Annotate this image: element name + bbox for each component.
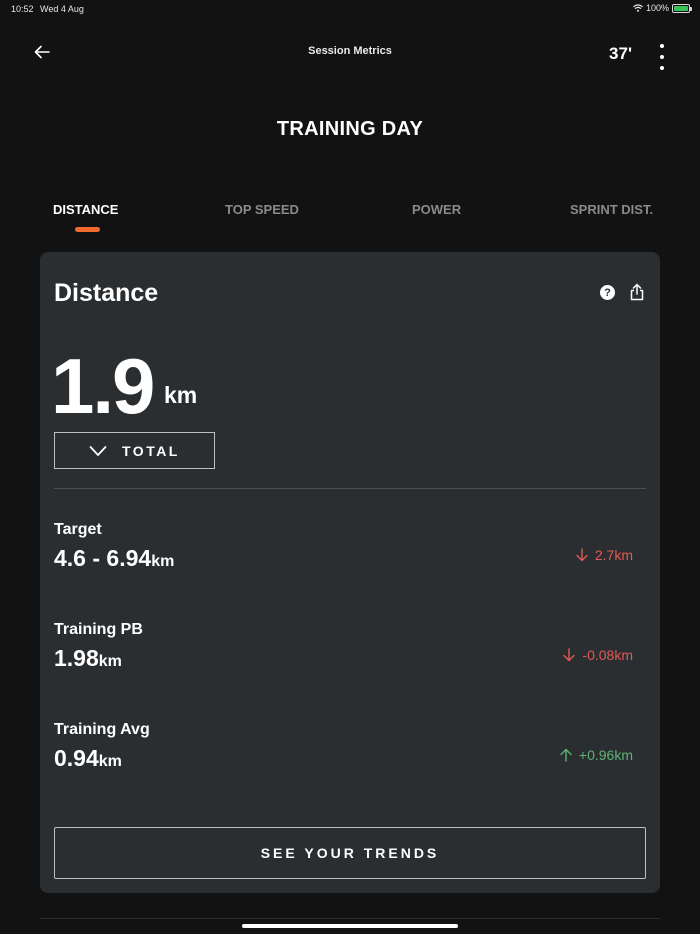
arrow-down-icon [563, 648, 576, 662]
metric-label: Target [54, 521, 102, 538]
metric-value: 4.6 - 6.94km [54, 545, 175, 571]
see-trends-button[interactable]: SEE YOUR TRENDS [54, 827, 646, 879]
distance-unit: km [164, 382, 198, 408]
metric-label: Training Avg [54, 721, 150, 738]
status-right: 100% [633, 3, 692, 13]
page-title: TRAINING DAY [276, 118, 424, 140]
metric-training-pb: Training PB 1.98km -0.08km [54, 621, 646, 677]
arrow-up-icon [560, 748, 572, 762]
aggregation-label: TOTAL [122, 442, 180, 459]
share-icon[interactable] [629, 283, 645, 301]
battery-icon [672, 3, 692, 13]
nav-title: Session Metrics [308, 45, 392, 57]
aggregation-dropdown[interactable]: TOTAL [54, 432, 215, 469]
session-metrics-screen: 10:52 Wed 4 Aug 100% Session Metrics 37'… [0, 0, 700, 934]
chevron-down-icon [89, 445, 107, 456]
metric-value: 0.94km [54, 745, 122, 771]
session-duration: 37' [609, 44, 632, 63]
metric-diff: +0.96km [559, 747, 633, 763]
next-card-edge [40, 918, 660, 919]
metric-target: Target 4.6 - 6.94km 2.7km [54, 521, 646, 577]
tab-top-speed[interactable]: TOP SPEED [225, 202, 299, 217]
help-icon[interactable]: ? [600, 285, 615, 300]
status-bar: 10:52 Wed 4 Aug 100% [0, 0, 700, 18]
tab-distance[interactable]: DISTANCE [53, 202, 118, 217]
metric-diff: 2.7km [575, 547, 633, 563]
card-title: Distance [54, 279, 159, 307]
metric-training-avg: Training Avg 0.94km +0.96km [54, 721, 646, 777]
metric-value: 1.98km [54, 645, 122, 671]
arrow-down-icon [576, 548, 588, 562]
distance-value: 1.9 [51, 342, 155, 430]
tab-sprint-dist[interactable]: SPRINT DIST. [570, 202, 653, 217]
wifi-icon [633, 4, 643, 12]
home-indicator[interactable] [242, 924, 458, 928]
status-time: 10:52 [11, 4, 34, 14]
metric-diff: -0.08km [562, 647, 633, 663]
battery-percent: 100% [645, 3, 669, 13]
distance-card: Distance ? 1.9 km TOTAL Target 4.6 - 6.9… [40, 252, 660, 893]
active-tab-indicator [75, 227, 100, 232]
metric-tabs: DISTANCE TOP SPEED POWER SPRINT DIST. [0, 202, 700, 236]
divider [54, 488, 646, 489]
more-icon [660, 44, 664, 48]
status-date: Wed 4 Aug [40, 4, 84, 14]
tab-power[interactable]: POWER [412, 202, 461, 217]
metric-label: Training PB [54, 621, 143, 638]
more-options-button[interactable] [654, 44, 670, 70]
